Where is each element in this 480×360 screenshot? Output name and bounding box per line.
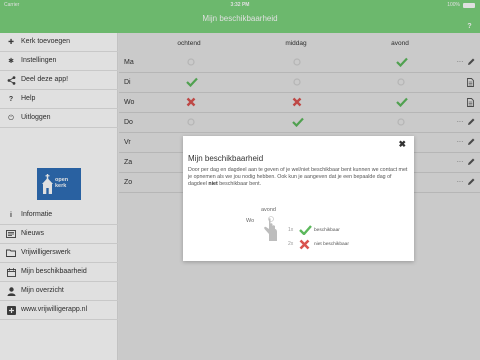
sidebar-item-website[interactable]: www.vrijwilligerapp.nl bbox=[0, 301, 118, 320]
sidebar-item-mijn-beschikbaarheid[interactable]: Mijn beschikbaarheid bbox=[0, 263, 118, 282]
page-title: Mijn beschikbaarheid bbox=[202, 14, 278, 23]
pending-icon[interactable] bbox=[396, 117, 406, 127]
edit-pencil-icon[interactable]: ... bbox=[457, 118, 477, 128]
sidebar-item-mijn-overzicht[interactable]: Mijn overzicht bbox=[0, 282, 118, 301]
clock: 3:32 PM bbox=[230, 2, 250, 8]
legend-text-available: beschikbaar bbox=[314, 228, 340, 233]
sidebar-item-label: Uitloggen bbox=[21, 114, 51, 121]
sidebar: ✚ Kerk toevoegen ✱ Instellingen Deel dez… bbox=[0, 33, 118, 360]
column-header-avond: avond bbox=[391, 40, 409, 47]
note-icon[interactable] bbox=[457, 78, 477, 88]
sidebar-item-help[interactable]: ? Help bbox=[0, 90, 118, 109]
sidebar-item-label: Mijn beschikbaarheid bbox=[21, 268, 87, 275]
sidebar-item-label: www.vrijwilligerapp.nl bbox=[21, 306, 88, 313]
info-dialog: ✖ Mijn beschikbaarheid Door per dag en d… bbox=[183, 136, 414, 261]
sidebar-item-vrijwilligerswerk[interactable]: Vrijwilligerswerk bbox=[0, 244, 118, 263]
sidebar-item-nieuws[interactable]: Nieuws bbox=[0, 225, 118, 244]
plus-icon: ✚ bbox=[8, 39, 14, 46]
check-icon[interactable] bbox=[186, 77, 198, 88]
church-logo: open kerk bbox=[37, 168, 81, 200]
news-icon bbox=[6, 230, 16, 240]
cross-icon bbox=[299, 239, 310, 252]
app-header: Mijn beschikbaarheid ? bbox=[0, 10, 480, 33]
cross-icon[interactable] bbox=[292, 97, 302, 107]
share-icon bbox=[6, 76, 16, 86]
pending-icon[interactable] bbox=[186, 57, 196, 67]
column-header-ochtend: ochtend bbox=[177, 40, 201, 47]
day-label: Do bbox=[124, 119, 133, 126]
legend-text-unavailable: niet beschikbaar bbox=[314, 242, 349, 247]
day-label: Vr bbox=[124, 139, 131, 146]
day-label: Di bbox=[124, 79, 131, 86]
sidebar-item-instellingen[interactable]: ✱ Instellingen bbox=[0, 52, 118, 71]
sidebar-item-label: Deel deze app! bbox=[21, 76, 69, 83]
external-plus-icon bbox=[6, 306, 16, 316]
folder-icon bbox=[6, 249, 16, 259]
table-row: Ma... bbox=[119, 53, 480, 73]
help-button[interactable]: ? bbox=[465, 22, 474, 31]
battery-percentage: 100% bbox=[447, 2, 460, 8]
day-label: Ma bbox=[124, 59, 134, 66]
pending-icon[interactable] bbox=[396, 77, 406, 87]
legend-key-once: 1x bbox=[288, 227, 294, 233]
pending-icon[interactable] bbox=[292, 57, 302, 67]
battery-icon bbox=[463, 3, 475, 8]
power-icon: ⏻ bbox=[8, 115, 14, 122]
close-icon[interactable]: ✖ bbox=[398, 139, 406, 150]
sidebar-item-label: Instellingen bbox=[21, 57, 57, 64]
pending-icon[interactable] bbox=[186, 117, 196, 127]
day-label: Za bbox=[124, 159, 133, 166]
sidebar-item-label: Mijn overzicht bbox=[21, 287, 64, 294]
check-icon bbox=[299, 225, 312, 237]
user-icon bbox=[6, 287, 16, 297]
sidebar-item-label: Vrijwilligerswerk bbox=[21, 249, 71, 256]
logo-text-kerk: kerk bbox=[55, 183, 67, 189]
edit-pencil-icon[interactable]: ... bbox=[457, 158, 477, 168]
dialog-body: Door per dag en dagdeel aan te geven of … bbox=[188, 167, 408, 187]
check-icon[interactable] bbox=[396, 97, 408, 108]
day-label: Zo bbox=[124, 179, 133, 186]
sidebar-item-label: Kerk toevoegen bbox=[21, 38, 71, 45]
sidebar-item-label: Nieuws bbox=[21, 230, 44, 237]
table-row: Do... bbox=[119, 113, 480, 133]
dialog-title: Mijn beschikbaarheid bbox=[188, 154, 264, 163]
tap-hand-icon bbox=[263, 215, 279, 243]
check-icon[interactable] bbox=[396, 57, 408, 68]
table-row: Di bbox=[119, 73, 480, 93]
demo-day-label: Wo bbox=[246, 218, 255, 224]
sidebar-item-deel-app[interactable]: Deel deze app! bbox=[0, 71, 118, 90]
note-icon[interactable] bbox=[457, 98, 477, 108]
sidebar-item-label: Informatie bbox=[21, 211, 53, 218]
demo-column-label: avond bbox=[261, 207, 276, 213]
info-icon: i bbox=[10, 212, 12, 219]
day-label: Wo bbox=[124, 99, 135, 106]
cross-icon[interactable] bbox=[186, 97, 196, 107]
sidebar-item-label: Help bbox=[21, 95, 36, 102]
gear-icon: ✱ bbox=[8, 58, 14, 65]
question-icon: ? bbox=[8, 96, 14, 103]
pending-icon[interactable] bbox=[292, 77, 302, 87]
calendar-icon bbox=[6, 268, 16, 278]
sidebar-item-kerk-toevoegen[interactable]: ✚ Kerk toevoegen bbox=[0, 33, 118, 52]
sidebar-item-uitloggen[interactable]: ⏻ Uitloggen bbox=[0, 109, 118, 128]
legend-key-twice: 2x bbox=[288, 241, 294, 247]
sidebar-item-informatie[interactable]: i Informatie bbox=[0, 206, 118, 225]
edit-pencil-icon[interactable]: ... bbox=[457, 178, 477, 188]
church-icon bbox=[42, 174, 53, 194]
check-icon[interactable] bbox=[292, 117, 304, 128]
edit-pencil-icon[interactable]: ... bbox=[457, 138, 477, 148]
status-bar: Carrier 3:32 PM 100% bbox=[0, 0, 480, 10]
table-row: Wo bbox=[119, 93, 480, 113]
column-header-middag: middag bbox=[285, 40, 307, 47]
edit-pencil-icon[interactable]: ... bbox=[457, 58, 477, 68]
